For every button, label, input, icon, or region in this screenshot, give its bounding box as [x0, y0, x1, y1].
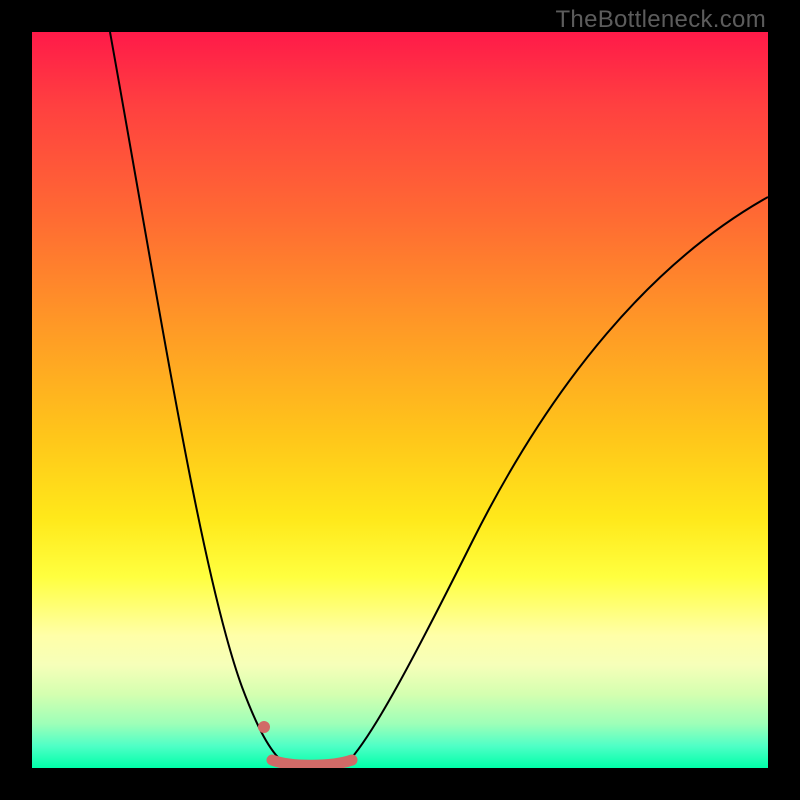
watermark-text: TheBottleneck.com	[555, 6, 766, 34]
marker-left-dot	[258, 721, 270, 733]
curve-left-branch	[110, 32, 284, 763]
chart-curves-svg	[32, 32, 768, 768]
curve-right-branch	[347, 197, 768, 763]
chart-plot-area	[32, 32, 768, 768]
marker-bottom-segment	[272, 760, 352, 765]
